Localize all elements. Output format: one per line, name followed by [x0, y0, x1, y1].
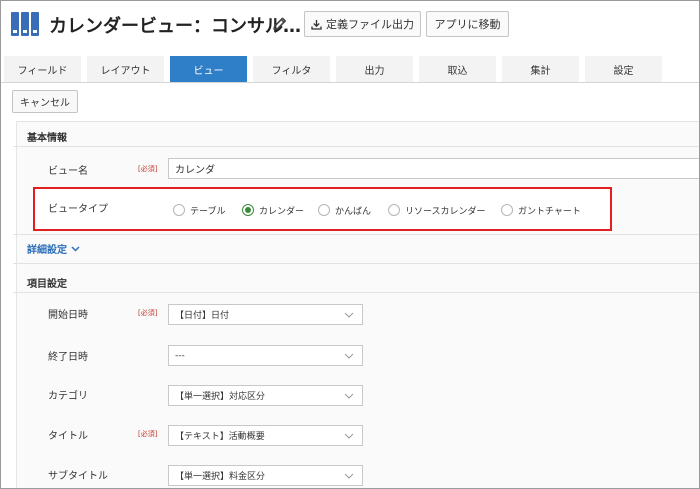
required-tag: [必須] [138, 165, 158, 173]
export-definition-button[interactable]: 定義ファイル出力 [304, 11, 421, 37]
title-select[interactable]: 【テキスト】活動概要 [168, 425, 363, 446]
divider [13, 146, 699, 147]
chevron-down-icon [71, 245, 80, 252]
start-date-select[interactable]: 【日付】日付 [168, 304, 363, 325]
view-type-label: ビュータイプ [48, 204, 108, 215]
chevron-down-icon [344, 312, 354, 318]
subtitle-select[interactable]: 【単一選択】料金区分 [168, 465, 363, 486]
radio-label: ガントチャート [518, 206, 581, 217]
divider [13, 263, 699, 264]
view-type-radio-kanban[interactable]: かんばん [318, 203, 371, 217]
page-title: カレンダービュー：コンサル… [49, 16, 301, 37]
tab-layout[interactable]: レイアウト [87, 56, 164, 82]
chevron-down-icon [344, 473, 354, 479]
tab-view[interactable]: ビュー [170, 56, 247, 82]
view-name-label: ビュー名 [48, 166, 88, 177]
select-value: --- [175, 350, 185, 361]
open-app-button[interactable]: アプリに移動 [426, 11, 509, 37]
view-type-radio-calendar[interactable]: カレンダー [242, 203, 304, 217]
tab-field[interactable]: フィールド [4, 56, 81, 82]
radio-circle [173, 204, 185, 216]
start-date-label: 開始日時 [48, 310, 88, 321]
category-label: カテゴリ [48, 391, 88, 402]
title-label: タイトル [48, 431, 88, 442]
category-select[interactable]: 【単一選択】対応区分 [168, 385, 363, 406]
cancel-button[interactable]: キャンセル [12, 90, 78, 113]
advanced-settings-label: 詳細設定 [27, 245, 67, 256]
basic-info-heading: 基本情報 [27, 133, 67, 144]
radio-label: かんばん [335, 206, 372, 217]
view-type-radio-resource-calendar[interactable]: リソースカレンダー [388, 203, 486, 217]
required-tag: [必須] [138, 309, 158, 317]
export-definition-label: 定義ファイル出力 [326, 18, 414, 31]
tab-import[interactable]: 取込 [419, 56, 496, 82]
radio-label: リソースカレンダー [405, 206, 486, 217]
tab-divider [1, 82, 699, 83]
tab-filter[interactable]: フィルタ [253, 56, 330, 82]
radio-label: テーブル [190, 206, 226, 217]
view-type-radio-gantt[interactable]: ガントチャート [501, 203, 581, 217]
select-value: 【単一選択】対応区分 [175, 392, 266, 402]
app-books-icon [11, 12, 39, 36]
chevron-down-icon [344, 393, 354, 399]
item-settings-heading: 項目設定 [27, 279, 67, 290]
chevron-down-icon [344, 353, 354, 359]
required-tag: [必須] [138, 430, 158, 438]
pencil-edit-icon[interactable] [271, 15, 289, 33]
advanced-settings-toggle[interactable]: 詳細設定 [27, 241, 80, 256]
radio-circle [388, 204, 400, 216]
radio-circle-checked [242, 204, 254, 216]
app-window: カレンダービュー：コンサル… 定義ファイル出力 アプリに移動 フィールド レイア… [0, 0, 700, 489]
view-name-input[interactable]: カレンダ [168, 158, 699, 179]
subtitle-label: サブタイトル [48, 471, 108, 482]
select-value: 【単一選択】料金区分 [175, 472, 266, 482]
radio-circle [318, 204, 330, 216]
tab-settings[interactable]: 設定 [585, 56, 662, 82]
tab-output[interactable]: 出力 [336, 56, 413, 82]
select-value: 【日付】日付 [175, 311, 230, 321]
download-icon [311, 19, 322, 30]
radio-circle [501, 204, 513, 216]
end-date-label: 終了日時 [48, 352, 88, 363]
view-type-radio-table[interactable]: テーブル [173, 203, 225, 217]
chevron-down-icon [344, 433, 354, 439]
end-date-select[interactable]: --- [168, 345, 363, 366]
divider [13, 234, 699, 235]
divider [13, 292, 699, 293]
select-value: 【テキスト】活動概要 [175, 432, 265, 442]
radio-label: カレンダー [259, 206, 305, 217]
tab-aggregate[interactable]: 集計 [502, 56, 579, 82]
